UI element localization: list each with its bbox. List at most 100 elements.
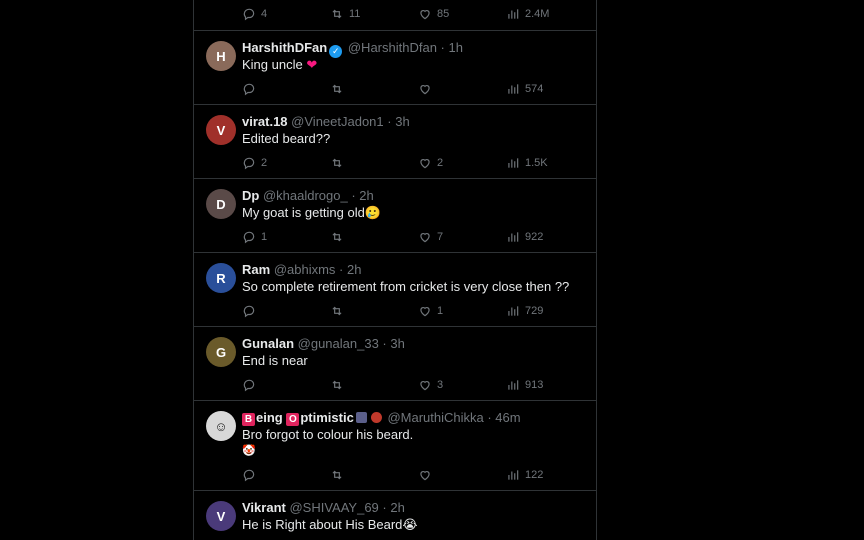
reply-button[interactable]: 4 [242, 6, 267, 22]
tweet-header: virat.18 @VineetJadon1 · 3h [242, 114, 410, 129]
reply-button[interactable]: 2 [242, 155, 267, 171]
avatar[interactable]: R [206, 263, 236, 293]
reply-tweet[interactable]: G Gunalan @gunalan_33 · 3h End is near 3… [194, 327, 596, 401]
retweet-button[interactable] [330, 81, 349, 97]
views-icon [508, 470, 519, 480]
views-icon [508, 9, 519, 19]
user-handle[interactable]: @MaruthiChikka [387, 410, 483, 425]
reply-button[interactable] [242, 377, 261, 393]
retweet-icon [332, 9, 342, 19]
replies-column: 4 11 85 2.4M H HarshithDFan ✓ @HarshithDf… [193, 0, 597, 540]
timestamp[interactable]: 1h [449, 40, 463, 55]
action-bar: 2 2 1.5K [242, 155, 582, 171]
retweet-button[interactable] [330, 377, 349, 393]
tweet-header: Dp @khaaldrogo_ · 2h [242, 188, 374, 203]
avatar[interactable]: D [206, 189, 236, 219]
reply-button[interactable] [242, 303, 261, 319]
tweet-text: Bro forgot to colour his beard. 🤡 [242, 427, 586, 459]
user-handle[interactable]: @khaaldrogo_ [263, 188, 348, 203]
crying-emoji: 😭 [402, 518, 418, 533]
letter-badge-o: O [286, 413, 300, 426]
like-button[interactable]: 7 [418, 229, 443, 245]
retweet-icon [332, 84, 342, 94]
timestamp[interactable]: 46m [495, 410, 520, 425]
reply-button[interactable] [242, 81, 261, 97]
heart-icon [420, 307, 430, 317]
display-name[interactable]: Ram [242, 262, 270, 277]
tweet-text: King uncle ❤ [242, 57, 318, 73]
reply-tweet[interactable]: ☺ Being Optimistic @MaruthiChikka · 46m … [194, 401, 596, 491]
action-bar: 1 7 922 [242, 229, 582, 245]
user-handle[interactable]: @VineetJadon1 [291, 114, 383, 129]
tweet-header: Gunalan @gunalan_33 · 3h [242, 336, 405, 351]
avatar[interactable]: V [206, 115, 236, 145]
action-bar: 4 11 85 2.4M [242, 6, 582, 22]
views-icon [508, 306, 519, 316]
display-name[interactable]: HarshithDFan [242, 40, 327, 55]
like-button[interactable]: 3 [418, 377, 443, 393]
reply-tweet[interactable]: D Dp @khaaldrogo_ · 2h My goat is gettin… [194, 179, 596, 253]
views-button[interactable]: 922 [506, 229, 543, 245]
reply-icon [243, 469, 255, 482]
retweet-button[interactable] [330, 229, 349, 245]
views-icon [508, 158, 519, 168]
reply-icon [243, 379, 255, 392]
avatar[interactable]: G [206, 337, 236, 367]
retweet-icon [332, 232, 342, 242]
tweet-header: Vikrant @SHIVAAY_69 · 2h [242, 500, 405, 515]
display-name[interactable]: virat.18 [242, 114, 288, 129]
tweet-text: So complete retirement from cricket is v… [242, 279, 570, 294]
user-handle[interactable]: @gunalan_33 [298, 336, 379, 351]
timestamp[interactable]: 2h [359, 188, 373, 203]
letter-badge-b: B [242, 413, 255, 426]
display-name[interactable]: Vikrant [242, 500, 286, 515]
timestamp[interactable]: 2h [390, 500, 404, 515]
views-icon [508, 232, 519, 242]
retweet-button[interactable] [330, 303, 349, 319]
retweet-button[interactable] [330, 467, 349, 483]
retweet-button[interactable]: 11 [330, 6, 360, 22]
avatar[interactable]: H [206, 41, 236, 71]
views-button[interactable]: 1.5K [506, 155, 548, 171]
avatar[interactable]: V [206, 501, 236, 531]
views-button[interactable]: 913 [506, 377, 543, 393]
like-button[interactable] [418, 81, 437, 97]
display-name-rest[interactable]: ptimistic [300, 410, 353, 425]
smile-tear-emoji: 🥲 [364, 206, 382, 221]
like-button[interactable]: 1 [418, 303, 443, 319]
user-handle[interactable]: @SHIVAAY_69 [289, 500, 378, 515]
timestamp[interactable]: 2h [347, 262, 361, 277]
avatar[interactable]: ☺ [206, 411, 236, 441]
views-button[interactable]: 729 [506, 303, 543, 319]
views-icon [508, 380, 519, 390]
reply-tweet[interactable]: H HarshithDFan ✓ @HarshithDfan · 1h King … [194, 31, 596, 105]
tweet-text: Edited beard?? [242, 131, 331, 146]
action-bar: 3 913 [242, 377, 582, 393]
like-button[interactable]: 2 [418, 155, 443, 171]
retweet-button[interactable] [330, 155, 349, 171]
tweet-header: Ram @abhixms · 2h [242, 262, 362, 277]
reply-button[interactable] [242, 467, 261, 483]
reply-button[interactable]: 1 [242, 229, 267, 245]
views-button[interactable]: 122 [506, 467, 543, 483]
reply-tweet[interactable]: V virat.18 @VineetJadon1 · 3h Edited bea… [194, 105, 596, 179]
reply-tweet[interactable]: V Vikrant @SHIVAAY_69 · 2h He is Right a… [194, 491, 596, 540]
display-name[interactable]: Gunalan [242, 336, 294, 351]
tweet-header: Being Optimistic @MaruthiChikka · 46m [242, 410, 586, 426]
tweet-text: My goat is getting old🥲 [242, 205, 382, 221]
parent-tweet-actions: 4 11 85 2.4M [194, 0, 596, 31]
user-handle[interactable]: @HarshithDfan [348, 40, 437, 55]
user-handle[interactable]: @abhixms [274, 262, 336, 277]
like-button[interactable] [418, 467, 437, 483]
heart-icon [420, 381, 430, 391]
views-button[interactable]: 574 [506, 81, 543, 97]
display-name[interactable]: Dp [242, 188, 259, 203]
display-name[interactable]: eing [256, 410, 286, 425]
timestamp[interactable]: 3h [395, 114, 409, 129]
views-button[interactable]: 2.4M [506, 6, 549, 22]
reply-tweet[interactable]: R Ram @abhixms · 2h So complete retireme… [194, 253, 596, 327]
retweet-count: 11 [349, 8, 361, 20]
tweet-header: HarshithDFan ✓ @HarshithDfan · 1h [242, 40, 463, 58]
like-button[interactable]: 85 [418, 6, 449, 22]
timestamp[interactable]: 3h [390, 336, 404, 351]
